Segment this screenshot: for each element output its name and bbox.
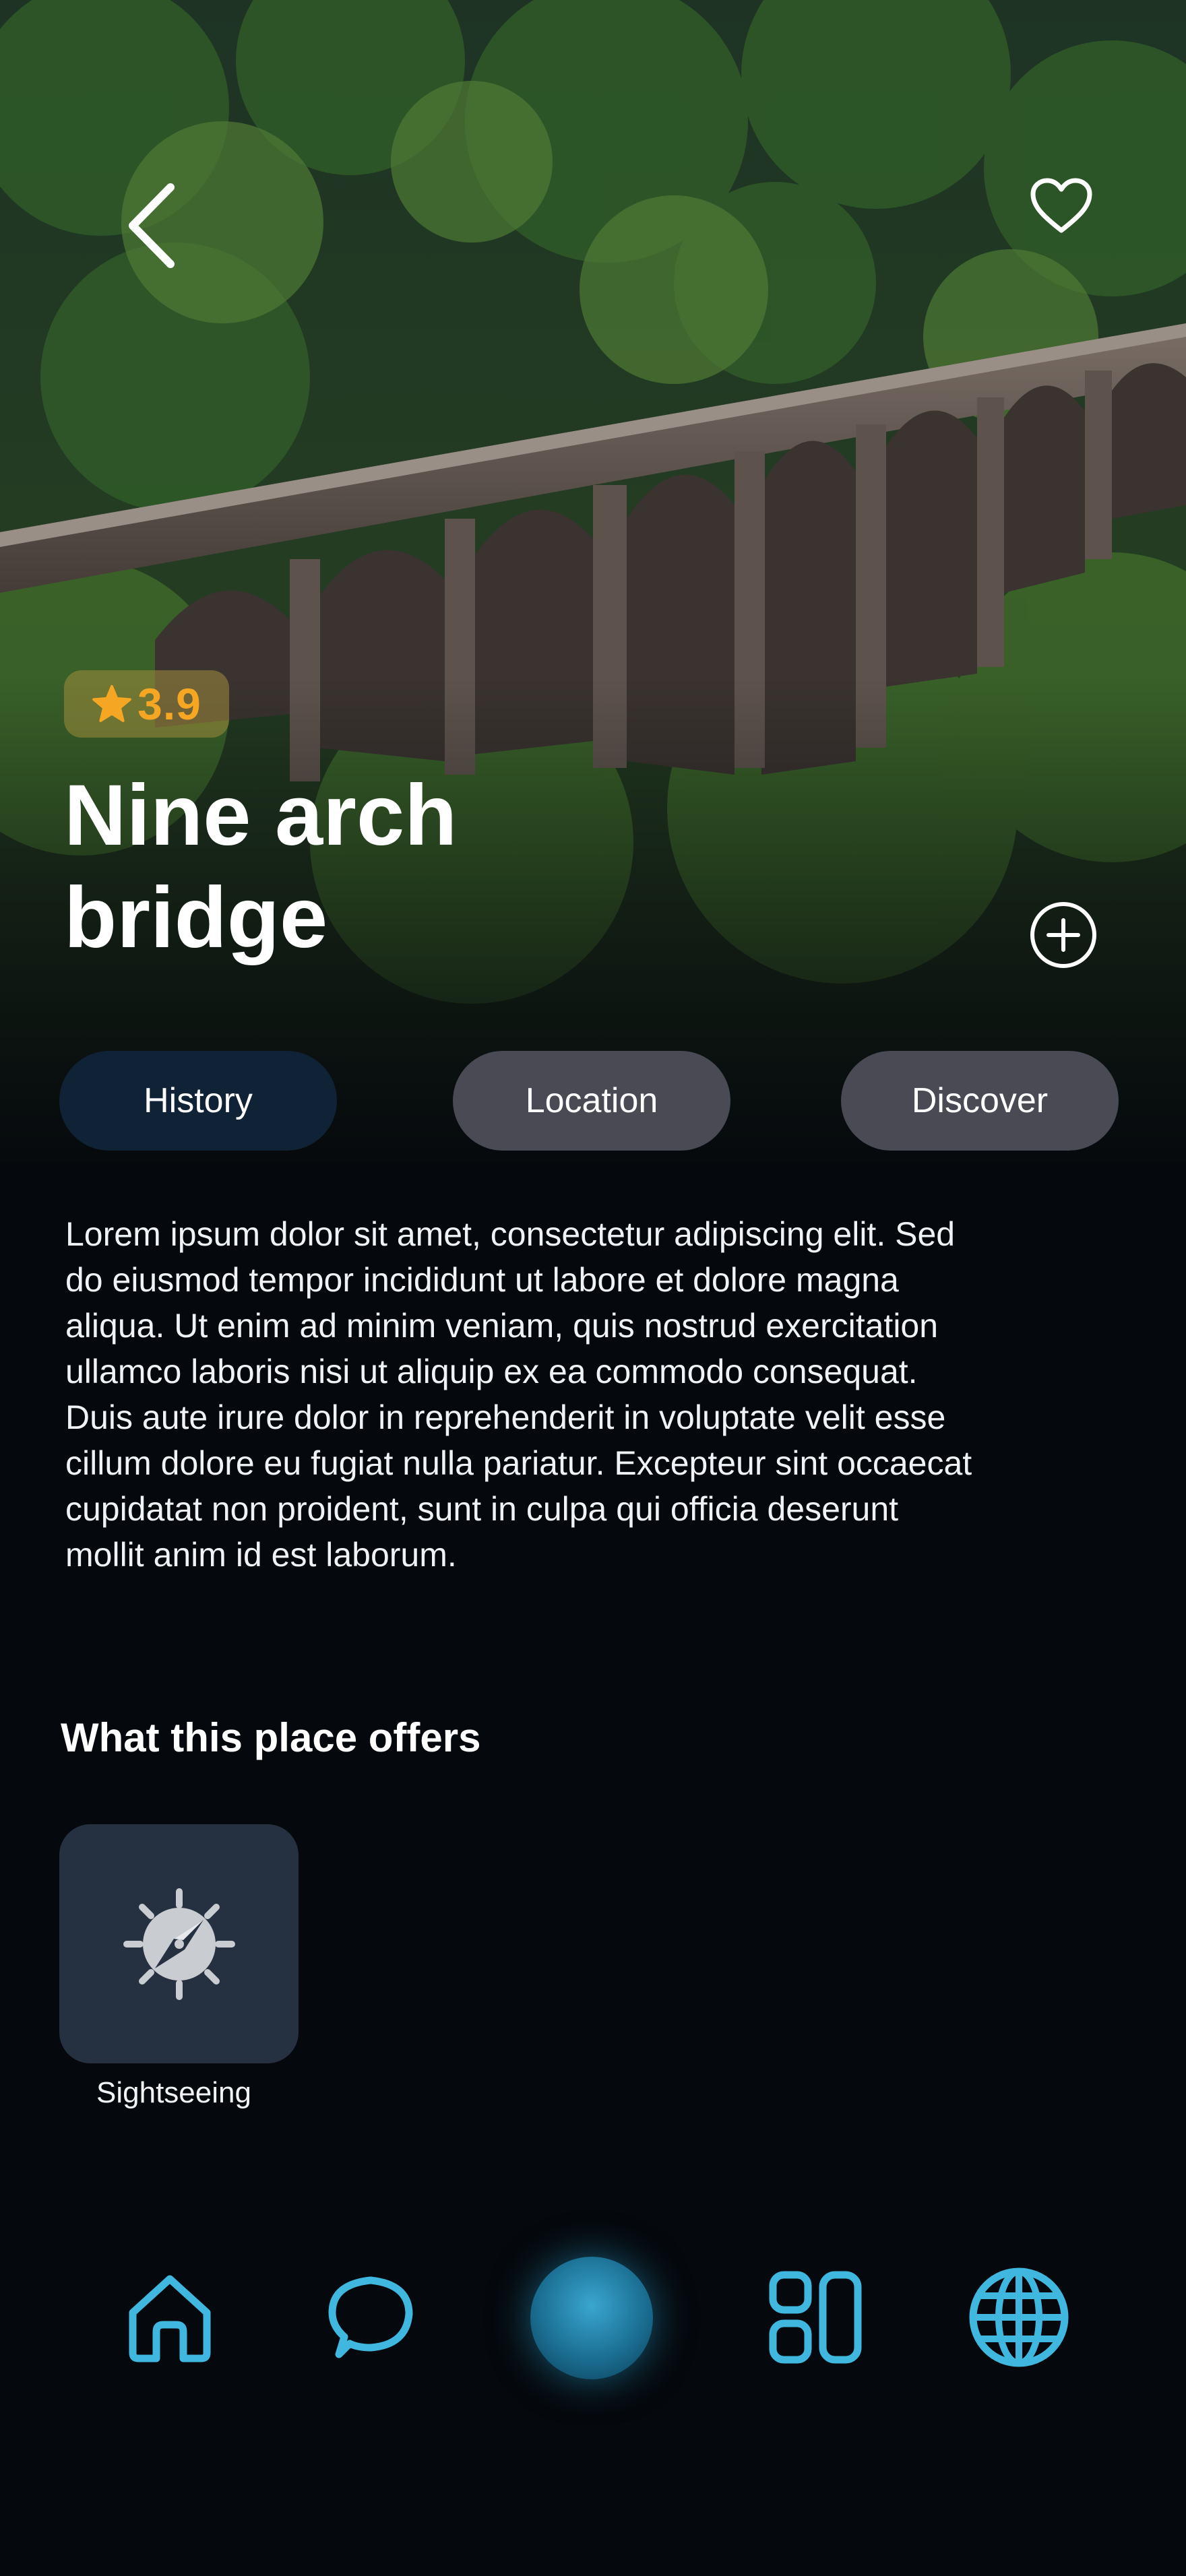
tab-location[interactable]: Location — [453, 1051, 730, 1151]
chat-bubble-icon — [328, 2276, 413, 2358]
back-button[interactable] — [115, 175, 189, 276]
nav-center-button[interactable] — [529, 2255, 654, 2380]
place-description: Lorem ipsum dolor sit amet, consectetur … — [65, 1215, 972, 1574]
chevron-left-icon — [129, 183, 175, 268]
nav-globe[interactable] — [964, 2262, 1074, 2373]
heart-icon — [1030, 178, 1092, 233]
bottom-navigation — [0, 2236, 1186, 2405]
tab-discover[interactable]: Discover — [841, 1051, 1119, 1151]
favorite-button[interactable] — [1024, 168, 1098, 243]
hero-image — [0, 0, 1186, 1162]
star-icon — [92, 684, 131, 722]
compass-icon — [123, 1888, 235, 2000]
tab-bar: History Location Discover — [59, 1051, 1119, 1151]
offer-card-sightseeing[interactable] — [59, 1824, 299, 2063]
nav-apps[interactable] — [761, 2263, 869, 2371]
rating-badge: 3.9 — [64, 670, 229, 738]
apps-grid-icon — [769, 2271, 862, 2364]
place-title: Nine arch bridge — [64, 767, 458, 966]
globe-icon — [969, 2267, 1069, 2367]
offer-label-sightseeing: Sightseeing — [96, 2076, 251, 2109]
rating-value: 3.9 — [137, 679, 201, 729]
nav-chat[interactable] — [317, 2263, 425, 2371]
add-button[interactable] — [1024, 896, 1102, 973]
plus-circle-icon — [1030, 901, 1096, 968]
offers-heading: What this place offers — [61, 1715, 481, 1760]
tab-history[interactable]: History — [59, 1051, 337, 1151]
nav-home[interactable] — [116, 2263, 224, 2371]
home-icon — [129, 2275, 211, 2362]
center-orb — [530, 2256, 653, 2379]
